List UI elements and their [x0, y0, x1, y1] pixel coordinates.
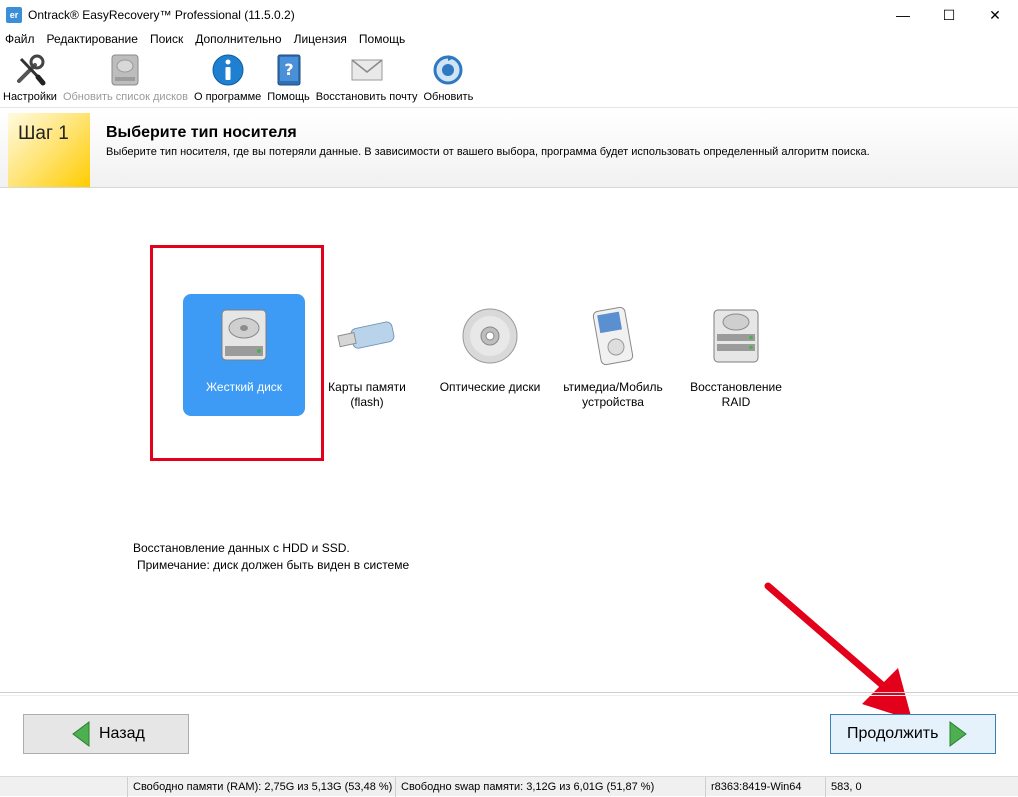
media-multimedia-mobile[interactable]: ьтимедиа/Мобиль устройства: [552, 294, 674, 416]
arrow-left-icon: [72, 721, 90, 747]
refresh-disks-button[interactable]: Обновить список дисков: [60, 50, 191, 107]
media-info-line2: Примечание: диск должен быть виден в сис…: [137, 558, 410, 572]
usb-flash-icon: [337, 306, 397, 366]
help-button[interactable]: ? Помощь: [264, 50, 313, 107]
menu-search[interactable]: Поиск: [145, 32, 190, 46]
update-globe-icon: [430, 52, 466, 88]
svg-text:?: ?: [284, 60, 293, 79]
media-label: Жесткий диск: [205, 380, 283, 394]
menu-bar: Файл Редактирование Поиск Дополнительно …: [0, 30, 1018, 48]
status-coords: 583, 0: [825, 777, 1018, 797]
divider: [0, 695, 1018, 696]
media-info-line1: Восстановление данных с HDD и SSD.: [133, 541, 350, 555]
step-description: Выберите тип носителя, где вы потеряли д…: [106, 146, 870, 158]
title-bar: er Ontrack® EasyRecovery™ Professional (…: [0, 0, 1018, 30]
step-title: Выберите тип носителя: [106, 124, 297, 141]
status-empty: [0, 777, 127, 797]
minimize-button[interactable]: —: [880, 0, 926, 30]
toolbar: Настройки Обновить список дисков О прогр…: [0, 50, 1018, 108]
menu-file[interactable]: Файл: [0, 32, 42, 46]
about-button[interactable]: О программе: [191, 50, 264, 107]
close-button[interactable]: ✕: [972, 0, 1018, 30]
maximize-button[interactable]: ☐: [926, 0, 972, 30]
status-swap: Свободно swap памяти: 3,12G из 6,01G (51…: [395, 777, 705, 797]
restore-mail-label: Восстановить почту: [315, 91, 418, 103]
media-raid[interactable]: Восстановление RAID: [675, 294, 797, 416]
menu-license[interactable]: Лицензия: [289, 32, 354, 46]
restore-mail-button[interactable]: Восстановить почту: [313, 50, 421, 107]
back-button-label: Назад: [99, 725, 145, 742]
media-label: ьтимедиа/Мобиль устройства: [563, 380, 663, 409]
menu-help[interactable]: Помощь: [354, 32, 412, 46]
media-player-icon: [583, 306, 643, 366]
settings-label: Настройки: [3, 91, 57, 103]
media-label: Карты памяти (flash): [328, 380, 406, 409]
window-title: Ontrack® EasyRecovery™ Professional (11.…: [28, 8, 295, 22]
menu-edit[interactable]: Редактирование: [42, 32, 145, 46]
media-hard-drive[interactable]: Жесткий диск: [183, 294, 305, 416]
help-label: Помощь: [267, 91, 310, 103]
app-logo-icon: er: [6, 7, 22, 23]
envelope-icon: [349, 52, 385, 88]
status-build: r8363:8419-Win64: [705, 777, 825, 797]
step-badge: Шаг 1: [8, 113, 90, 187]
disk-list-icon: [107, 52, 143, 88]
refresh-disks-label: Обновить список дисков: [62, 91, 188, 103]
red-arrow-annotation: [764, 582, 912, 720]
info-icon: [210, 52, 246, 88]
step-header: Шаг 1 Выберите тип носителя Выберите тип…: [0, 110, 1018, 188]
raid-icon: [706, 306, 766, 366]
next-button-label: Продолжить: [847, 725, 939, 742]
divider: [0, 692, 1018, 693]
next-button[interactable]: Продолжить: [830, 714, 996, 754]
arrow-right-icon: [949, 721, 968, 747]
media-label: Оптические диски: [439, 380, 541, 394]
hard-drive-icon: [214, 306, 274, 366]
media-label: Восстановление RAID: [690, 380, 782, 409]
media-flash-card[interactable]: Карты памяти (flash): [306, 294, 428, 416]
back-button[interactable]: Назад: [23, 714, 189, 754]
wrench-screwdriver-icon: [12, 52, 48, 88]
media-optical-disc[interactable]: Оптические диски: [429, 294, 551, 416]
status-ram: Свободно памяти (RAM): 2,75G из 5,13G (5…: [127, 777, 395, 797]
menu-advanced[interactable]: Дополнительно: [190, 32, 288, 46]
help-book-icon: ?: [271, 52, 307, 88]
update-button[interactable]: Обновить: [421, 50, 477, 107]
optical-disc-icon: [460, 306, 520, 366]
update-label: Обновить: [423, 91, 474, 103]
step-label: Шаг 1: [18, 123, 69, 144]
status-bar: Свободно памяти (RAM): 2,75G из 5,13G (5…: [0, 776, 1018, 797]
about-label: О программе: [193, 91, 262, 103]
settings-button[interactable]: Настройки: [0, 50, 60, 107]
